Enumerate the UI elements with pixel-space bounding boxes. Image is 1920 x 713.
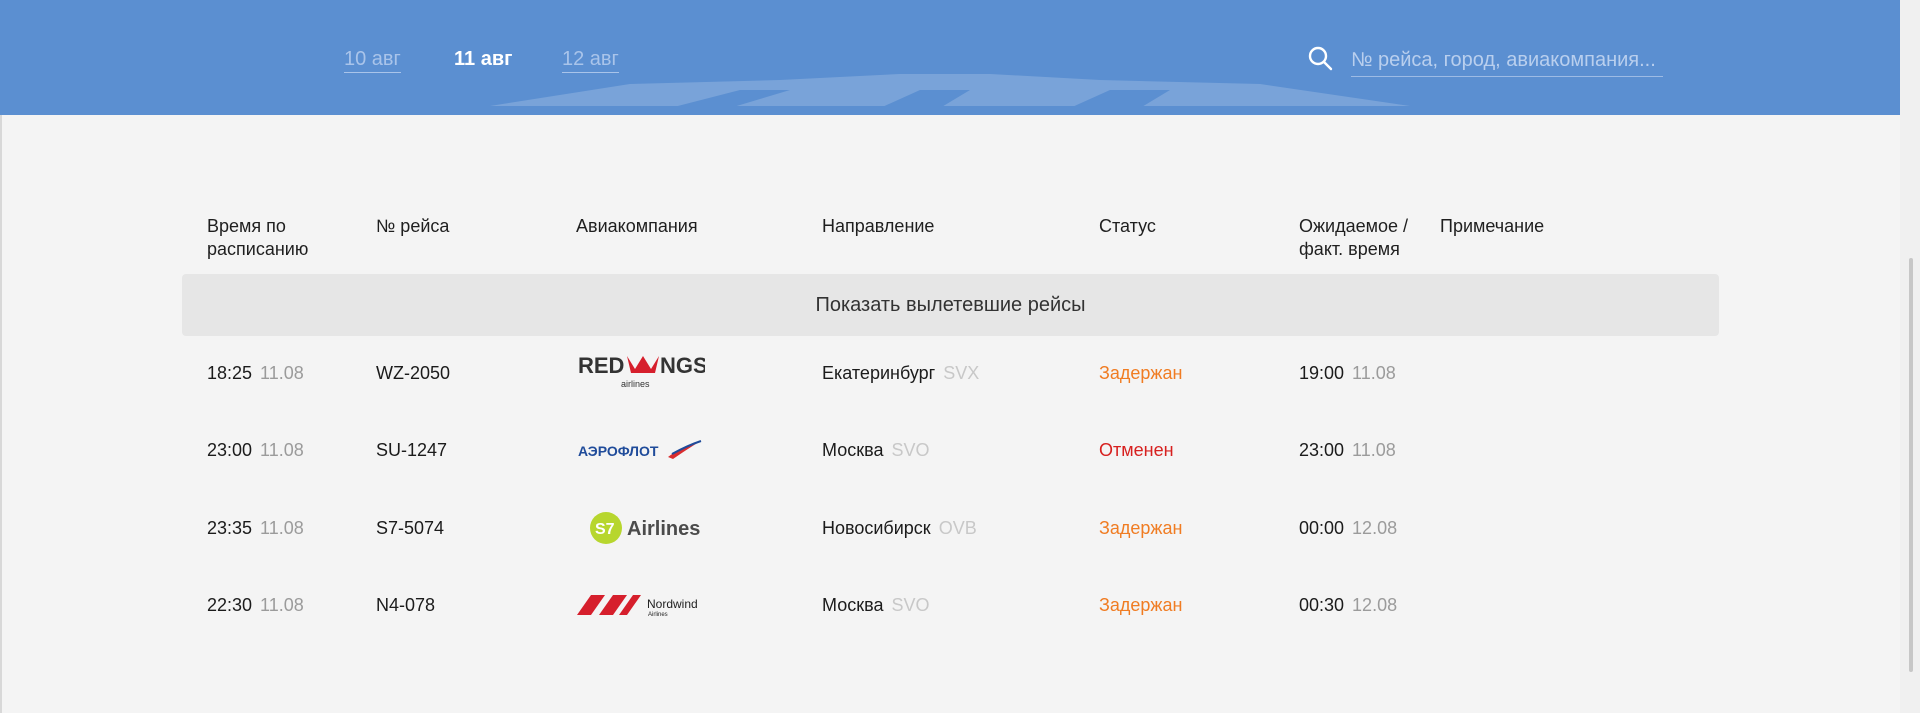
scheduled-date-value: 11.08 [260,440,304,460]
nordwind-logo-text: Nordwind [647,597,698,611]
status-header: Статус [1099,216,1156,236]
redwings-logo: RED NGS airlines [578,353,705,389]
airport-code: SVO [891,595,930,615]
scheduled-time-header: Время по расписанию [207,216,309,259]
redwings-logo-sub: airlines [621,379,650,389]
expected-time-value: 00:30 [1299,595,1345,615]
flight-number[interactable]: N4-078 [376,567,435,643]
expected-date-value: 12.08 [1352,518,1398,538]
scrollbar-thumb[interactable] [1909,258,1913,672]
expected-date-value: 11.08 [1352,363,1396,383]
flight-number-header: № рейса [376,216,450,236]
airport-code: SVX [943,363,980,383]
destination-city: Екатеринбург [822,363,936,383]
scheduled-date-value: 11.08 [260,363,304,383]
airline-header: Авиакомпания [576,216,698,236]
flight-number[interactable]: WZ-2050 [376,335,450,411]
flight-table-header: Время по расписанию № рейса Авиакомпания… [0,215,1900,265]
expected-time-value: 19:00 [1299,363,1345,383]
table-row: 23:35 11.08 S7-5074 S7 Airlines Новосибир… [0,490,1900,566]
redwings-logo-right-text: NGS [660,353,705,378]
scheduled-time: 23:00 11.08 [207,412,304,488]
scheduled-date-value: 11.08 [260,518,304,538]
search-input[interactable] [1351,44,1663,77]
show-departed-flights-button[interactable]: Показать вылетевшие рейсы [182,274,1719,336]
scheduled-date-value: 11.08 [260,595,304,615]
destination-city: Москва [822,595,884,615]
table-row: 23:00 11.08 SU-1247 АЭРОФЛОТ Москва SVO От… [0,412,1900,488]
scheduled-time-value: 18:25 [207,363,253,383]
expected-time: 23:00 11.08 [1299,412,1396,488]
nordwind-mark-left [577,595,605,615]
redwings-wing-icon [627,356,659,373]
expected-time-value: 00:00 [1299,518,1345,538]
airport-code: OVB [938,518,977,538]
direction: Москва SVO [822,567,929,643]
scheduled-time-value: 23:35 [207,518,253,538]
flight-number[interactable]: S7-5074 [376,490,444,566]
table-row: 18:25 11.08 WZ-2050 RED NGS airlines Екат… [0,335,1900,411]
scheduled-time: 23:35 11.08 [207,490,304,566]
date-tab-11-aug[interactable]: 11 авг [454,46,512,72]
aeroflot-logo: АЭРОФЛОТ [578,440,702,459]
expected-time: 19:00 11.08 [1299,335,1396,411]
s7-badge-text: S7 [595,521,615,538]
date-tab-10-aug[interactable]: 10 авг [344,46,401,73]
direction: Екатеринбург SVX [822,335,979,411]
nordwind-logo: Nordwind Airlines [577,595,698,618]
destination-city: Новосибирск [822,518,931,538]
flight-number[interactable]: SU-1247 [376,412,447,488]
airport-code: SVO [891,440,930,460]
search-icon[interactable] [1307,45,1333,71]
table-row: 22:30 11.08 N4-078 Nordwind Airlines Моск… [0,567,1900,643]
status-badge: Задержан [1099,595,1183,615]
scheduled-time-value: 22:30 [207,595,253,615]
date-search-header: 10 авг 11 авг 12 авг [0,0,1900,115]
expected-time-value: 23:00 [1299,440,1345,460]
note-header: Примечание [1440,216,1545,236]
s7-logo-text: Airlines [627,518,700,540]
direction: Москва SVO [822,412,929,488]
direction-header: Направление [822,216,935,236]
status-badge: Задержан [1099,363,1183,383]
expected-time: 00:00 12.08 [1299,490,1397,566]
plane-silhouette-watermark [490,74,1410,108]
expected-time: 00:30 12.08 [1299,567,1397,643]
destination-city: Москва [822,440,884,460]
status-badge: Задержан [1099,518,1183,538]
expected-time-header: Ожидаемое / факт. время [1299,216,1409,259]
flight-board-page: 10 авг 11 авг 12 авг Время по расписанию… [0,0,1920,713]
scheduled-time: 18:25 11.08 [207,335,304,411]
aeroflot-logo-text: АЭРОФЛОТ [578,443,659,459]
s7-logo: S7 Airlines [590,512,700,544]
nordwind-logo-sub: Airlines [648,612,668,618]
scheduled-time-value: 23:00 [207,440,253,460]
status-badge: Отменен [1099,440,1174,460]
scheduled-time: 22:30 11.08 [207,567,304,643]
direction: Новосибирск OVB [822,490,977,566]
expected-date-value: 11.08 [1352,440,1396,460]
redwings-logo-left-text: RED [578,353,624,378]
expected-date-value: 12.08 [1352,595,1398,615]
aeroflot-wing-icon [668,442,699,459]
date-tab-12-aug[interactable]: 12 авг [562,46,619,73]
